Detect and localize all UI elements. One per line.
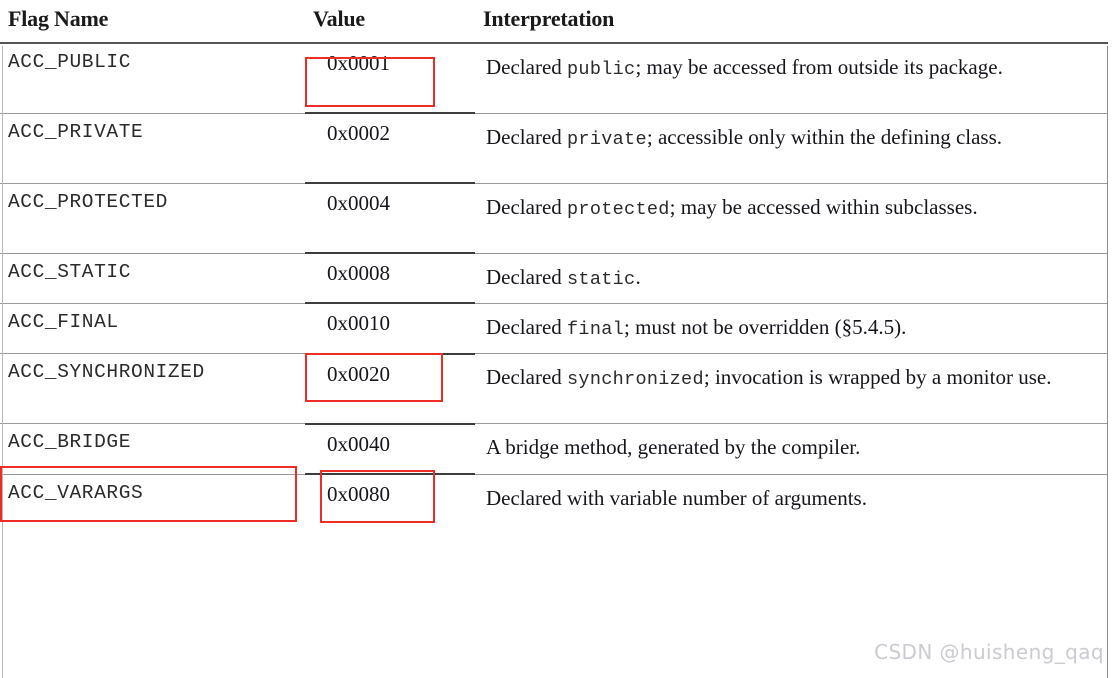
table-row: ACC_SYNCHRONIZED 0x0020 Declared synchroni… <box>0 352 1108 424</box>
table-header: Flag Name Value Interpretation <box>0 0 1108 43</box>
cell-interpretation: Declared final; must not be overridden (… <box>475 302 1108 354</box>
document-page: Flag Name Value Interpretation ACC_PUBLI… <box>0 0 1118 678</box>
table-row: ACC_PRIVATE 0x0002 Declared private; acces… <box>0 112 1108 183</box>
interpretation-text-tail: Declared with variable number of argumen… <box>486 485 867 510</box>
interpretation-text-tail: ; may be accessed within subclasses. <box>669 194 978 219</box>
interpretation-text-lead: Declared <box>486 314 568 339</box>
cell-interpretation: Declared synchronized; invocation is wra… <box>475 353 1108 424</box>
table-row: ACC_BRIDGE 0x0040 A bridge method, generat… <box>0 422 1108 475</box>
interpretation-text-lead: Declared <box>486 365 568 390</box>
interpretation-keyword: protected <box>567 198 670 220</box>
cell-value: 0x0020 <box>305 352 475 424</box>
interpretation-text-tail: ; accessible only within the defining cl… <box>646 124 1003 149</box>
cell-flag-name: ACC_PRIVATE <box>0 112 305 183</box>
column-header-flag-name: Flag Name <box>8 6 109 31</box>
cell-flag-name: ACC_PROTECTED <box>0 182 305 253</box>
table-right-border <box>1107 46 1108 678</box>
cell-flag-name: ACC_STATIC <box>0 252 305 304</box>
table-row: ACC_PROTECTED 0x0004 Declared protected; m… <box>0 182 1108 253</box>
interpretation-keyword: private <box>567 128 647 150</box>
interpretation-keyword: synchronized <box>567 369 704 391</box>
cell-value: 0x0040 <box>305 422 475 475</box>
cell-interpretation: Declared public; may be accessed from ou… <box>475 43 1108 113</box>
cell-flag-name: ACC_FINAL <box>0 302 305 354</box>
table-row: ACC_VARARGS 0x0080 Declared with variable … <box>0 473 1108 516</box>
cell-flag-name: ACC_BRIDGE <box>0 423 305 475</box>
table-body: ACC_PUBLIC 0x0001 Declared public; may be … <box>0 43 1108 516</box>
cell-flag-name: ACC_SYNCHRONIZED <box>0 353 305 424</box>
interpretation-text-lead: Declared <box>486 264 568 289</box>
interpretation-text-tail: A bridge method, generated by the compil… <box>486 435 861 460</box>
access-flags-table: Flag Name Value Interpretation ACC_PUBLI… <box>0 0 1108 516</box>
cell-value: 0x0004 <box>305 182 475 253</box>
interpretation-keyword: static <box>567 268 636 290</box>
interpretation-text-tail: . <box>635 264 641 289</box>
interpretation-text-tail: ; invocation is wrapped by a monitor use… <box>703 365 1052 390</box>
cell-value: 0x0010 <box>305 302 475 354</box>
cell-flag-name: ACC_VARARGS <box>0 473 305 516</box>
cell-value: 0x0080 <box>305 473 475 516</box>
cell-value: 0x0008 <box>305 251 475 304</box>
interpretation-text-lead: Declared <box>486 194 568 219</box>
interpretation-text-lead: Declared <box>486 124 568 149</box>
table-row: ACC_PUBLIC 0x0001 Declared public; may be … <box>0 43 1108 113</box>
table-header-row: Flag Name Value Interpretation <box>0 0 1108 43</box>
interpretation-text-tail: ; may be accessed from outside its packa… <box>635 55 1003 79</box>
cell-interpretation: Declared private; accessible only within… <box>475 112 1108 183</box>
column-header-value: Value <box>313 6 365 31</box>
watermark: CSDN @huisheng_qaq <box>874 640 1104 664</box>
cell-interpretation: Declared static. <box>475 252 1108 304</box>
cell-interpretation: Declared with variable number of argumen… <box>475 473 1108 516</box>
interpretation-text-lead: Declared <box>486 55 568 79</box>
interpretation-text-tail: ; must not be overridden (§5.4.5). <box>624 314 907 339</box>
cell-interpretation: Declared protected; may be accessed with… <box>475 182 1108 253</box>
table-row: ACC_STATIC 0x0008 Declared static. <box>0 251 1108 304</box>
cell-value: 0x0001 <box>327 51 390 75</box>
table-left-border <box>2 46 3 678</box>
cell-flag-name: ACC_PUBLIC <box>8 51 132 73</box>
cell-interpretation: A bridge method, generated by the compil… <box>475 423 1108 475</box>
column-header-interpretation: Interpretation <box>483 6 615 31</box>
interpretation-keyword: final <box>567 318 625 340</box>
interpretation-keyword: public <box>567 59 636 80</box>
cell-value: 0x0002 <box>305 112 475 183</box>
table-row: ACC_FINAL 0x0010 Declared final; must not … <box>0 302 1108 354</box>
